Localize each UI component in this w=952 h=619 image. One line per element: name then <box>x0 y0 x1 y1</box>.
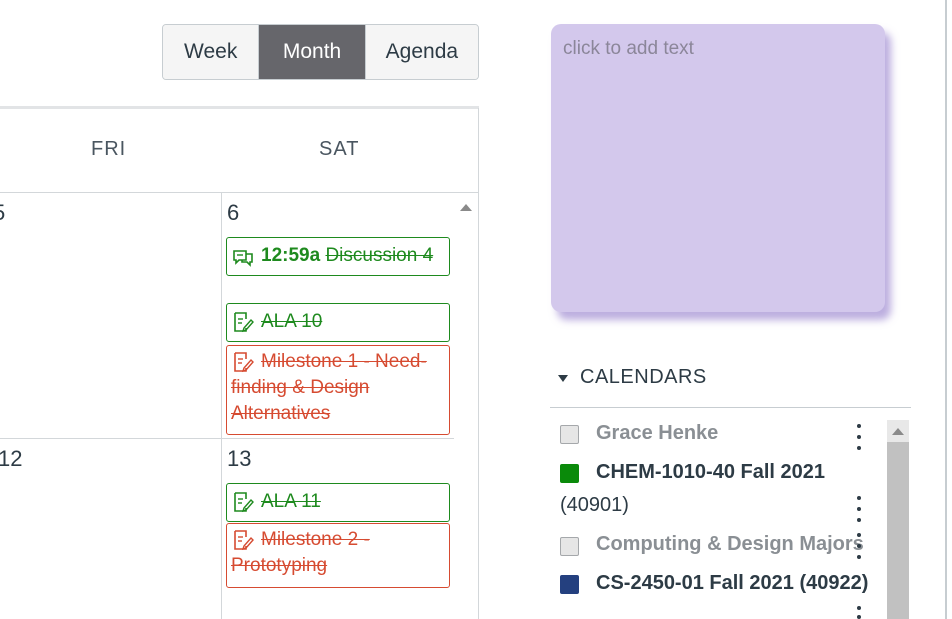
calendar-checkbox-chem-1010[interactable] <box>560 464 579 483</box>
event-title: Discussion 4 <box>325 245 434 266</box>
event-ala-11[interactable]: ALA 11 <box>226 483 450 522</box>
calendars-heading[interactable]: CALENDARS <box>556 366 707 389</box>
agenda-view-button[interactable]: Agenda <box>365 25 478 79</box>
calendar-checkbox-computing-design[interactable] <box>560 537 579 556</box>
month-view-button[interactable]: Month <box>259 25 366 79</box>
grid-line-week-divider <box>0 438 454 439</box>
calendar-view-toggle: Week Month Agenda <box>162 24 479 80</box>
event-milestone-2[interactable]: Milestone 2 - Prototyping <box>226 523 450 588</box>
assignment-icon <box>234 530 254 551</box>
date-sat-week1[interactable]: 6 <box>227 200 239 226</box>
header-divider <box>0 106 479 109</box>
calendar-scrollbar[interactable] <box>454 193 478 619</box>
calendar-label-chem-1010-line1[interactable]: CHEM-1010-40 Fall 2021 <box>596 461 825 484</box>
grid-line-right <box>478 108 479 619</box>
panel-right-border <box>945 0 947 619</box>
calendar-label-chem-1010-line2[interactable]: (40901) <box>560 494 629 517</box>
scroll-up-arrow-icon[interactable] <box>887 421 909 441</box>
event-title: ALA 10 <box>261 311 323 332</box>
event-discussion-4[interactable]: 12:59a Discussion 4 <box>226 237 450 276</box>
calendar-options-kebab-icon[interactable] <box>854 606 864 619</box>
date-fri-week1[interactable]: 5 <box>0 200 5 226</box>
scrollbar-thumb[interactable] <box>887 442 909 619</box>
week-view-button[interactable]: Week <box>163 25 260 79</box>
grid-line-fri-sat <box>221 192 222 619</box>
calendar-checkbox-grace-henke[interactable] <box>560 425 579 444</box>
calendar-options-kebab-icon[interactable] <box>854 496 864 522</box>
event-milestone-1[interactable]: Milestone 1 - Need-finding & Design Alte… <box>226 345 450 435</box>
calendars-divider <box>550 407 911 408</box>
day-header-sat: SAT <box>319 138 360 160</box>
date-sat-week2[interactable]: 13 <box>227 446 251 472</box>
day-header-fri: FRI <box>91 138 127 160</box>
calendar-options-kebab-icon[interactable] <box>854 424 864 450</box>
assignment-icon <box>234 492 254 513</box>
event-title: ALA 11 <box>261 491 321 512</box>
grid-line-top <box>0 192 479 193</box>
calendar-checkbox-cs-2450[interactable] <box>560 575 579 594</box>
scroll-up-arrow-icon[interactable] <box>454 197 478 217</box>
calendar-options-kebab-icon[interactable] <box>854 533 864 559</box>
calendar-label-grace-henke[interactable]: Grace Henke <box>596 422 718 445</box>
event-time: 12:59a <box>261 245 321 266</box>
assignment-icon <box>234 312 254 333</box>
note-placeholder[interactable]: click to add text <box>563 38 694 60</box>
calendars-heading-label: CALENDARS <box>580 366 707 388</box>
date-fri-week2[interactable]: 12 <box>0 446 22 472</box>
calendars-scrollbar[interactable] <box>887 420 909 619</box>
event-title: Milestone 1 - Need-finding & Design Alte… <box>231 351 427 424</box>
assignment-icon <box>234 352 254 373</box>
sticky-note[interactable]: click to add text <box>551 24 885 312</box>
calendar-label-cs-2450[interactable]: CS-2450-01 Fall 2021 (40922) <box>596 572 868 595</box>
calendar-label-computing-design[interactable]: Computing & Design Majors <box>596 533 864 556</box>
discussion-icon <box>233 250 253 267</box>
event-ala-10[interactable]: ALA 10 <box>226 303 450 342</box>
caret-down-icon <box>558 374 568 382</box>
